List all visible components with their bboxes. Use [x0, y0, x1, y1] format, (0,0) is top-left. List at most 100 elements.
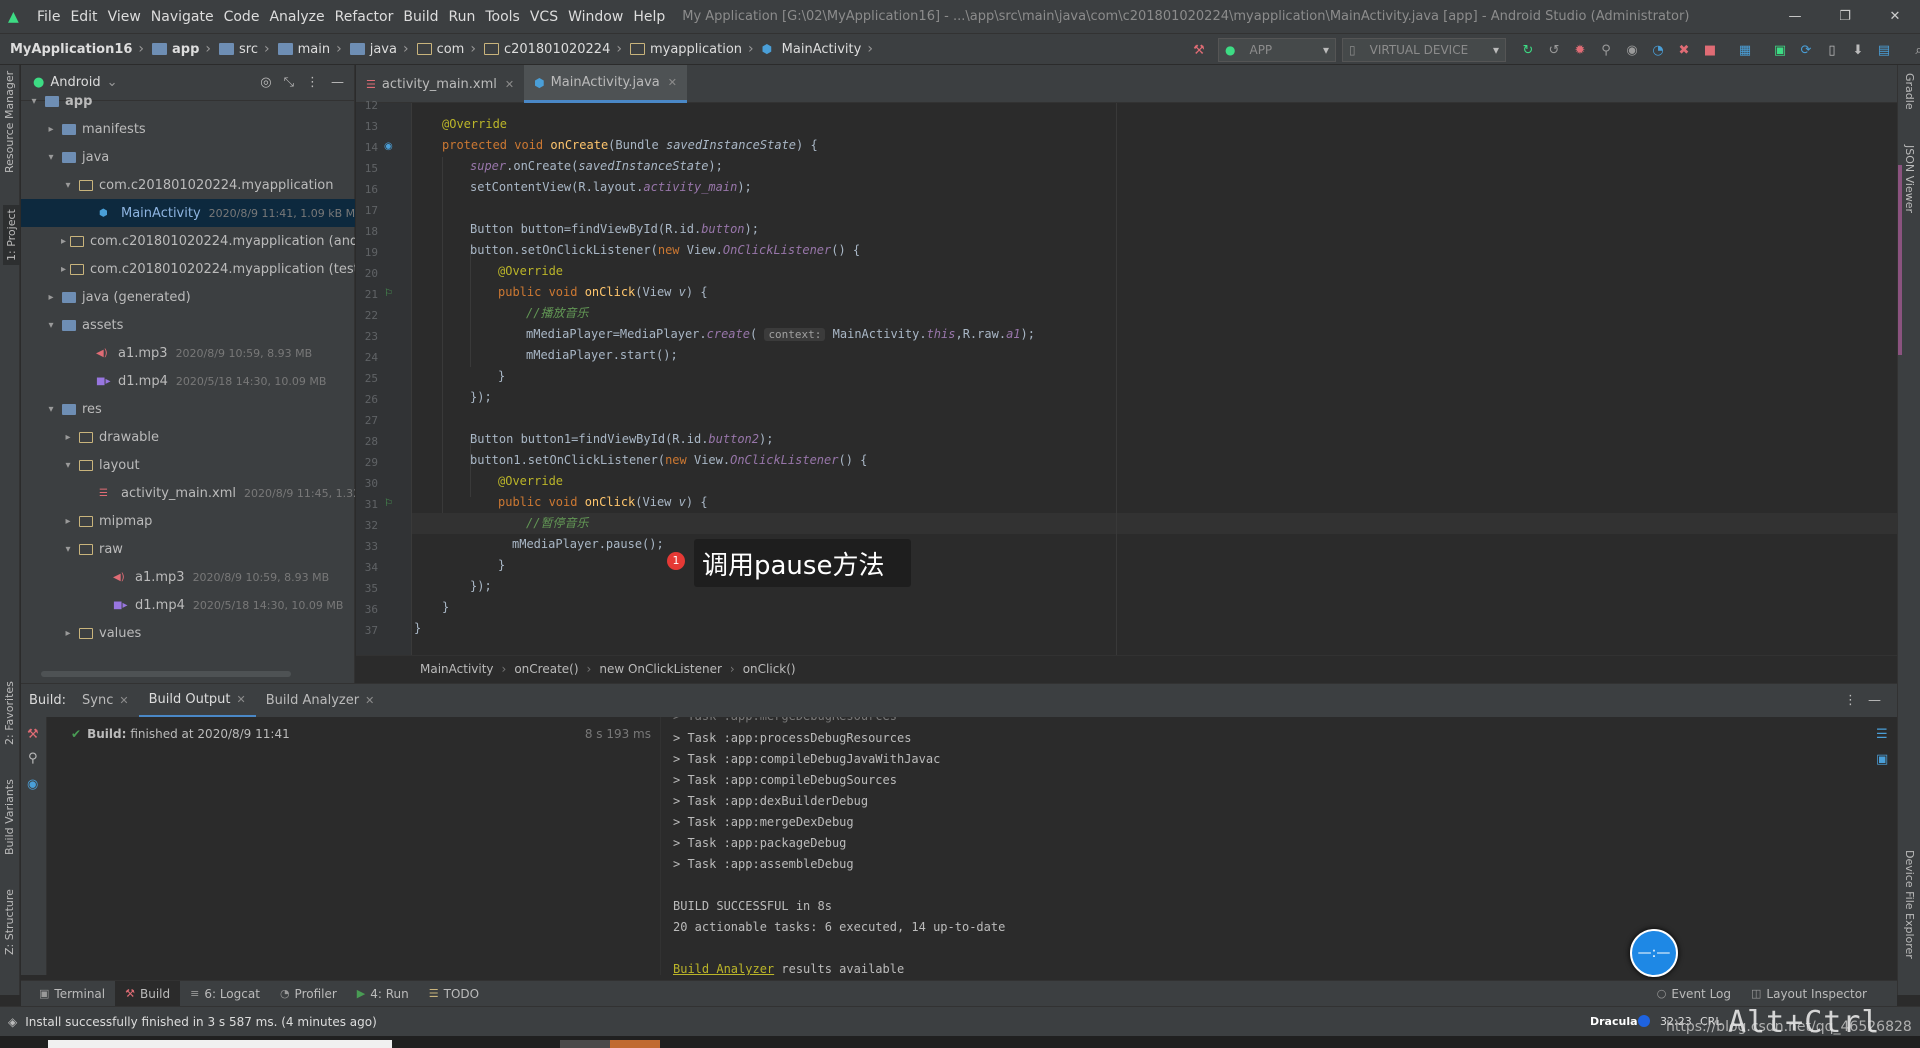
code-line[interactable]: }	[442, 597, 449, 618]
crumb-myapplication[interactable]: myapplication ›	[626, 41, 758, 57]
code-line[interactable]: }	[414, 618, 421, 639]
stop-icon[interactable]: ■	[1702, 43, 1718, 58]
chevron-right-icon[interactable]: ▸	[61, 432, 75, 443]
build-tool-button[interactable]: ⚒ Build	[115, 980, 181, 1007]
layout-inspector-button[interactable]: ◫ Layout Inspector	[1741, 981, 1877, 1007]
code-line[interactable]: mMediaPlayer=MediaPlayer.create( context…	[526, 324, 1035, 345]
menu-analyze[interactable]: Analyze	[264, 9, 329, 25]
theme-indicator[interactable]: Dracula	[1590, 1015, 1638, 1028]
terminal-icon[interactable]: ▣	[1772, 43, 1788, 58]
close-icon[interactable]: ✕	[365, 694, 374, 707]
breadcrumb-class[interactable]: MainActivity	[420, 662, 494, 676]
taskbar-item[interactable]	[610, 1040, 660, 1048]
more-options-icon[interactable]: ⋮	[1844, 693, 1857, 708]
taskbar-item[interactable]	[560, 1040, 610, 1048]
minimize-button[interactable]: —	[1770, 0, 1820, 33]
project-structure-icon[interactable]: ▤	[1876, 43, 1892, 58]
tree-item[interactable]: ▸ mipmap	[21, 507, 355, 535]
code-line[interactable]: //暂停音乐	[526, 513, 588, 534]
chevron-right-icon[interactable]: ▸	[61, 516, 75, 527]
close-icon[interactable]: ✕	[237, 693, 246, 706]
tree-item[interactable]: ▾ res	[21, 395, 355, 423]
crumb-c201801020224[interactable]: c201801020224 ›	[480, 41, 626, 57]
breadcrumb-method[interactable]: onCreate()	[514, 662, 578, 676]
code-line[interactable]: }	[498, 366, 505, 387]
layout-grid-icon[interactable]: ▦	[1737, 43, 1753, 58]
crumb-java[interactable]: java ›	[346, 41, 413, 57]
tree-item[interactable]: ▸ com.c201801020224.myapplication (test)	[21, 255, 355, 283]
menu-view[interactable]: View	[103, 9, 146, 25]
chevron-down-icon[interactable]: ▾	[44, 320, 58, 331]
chevron-down-icon[interactable]: ▾	[27, 96, 41, 107]
code-line[interactable]: setContentView(R.layout.activity_main);	[470, 177, 752, 198]
scroll-to-end-icon[interactable]: ▣	[1876, 752, 1888, 767]
tab-mainactivity-java[interactable]: ⬢ MainActivity.java ✕	[524, 65, 687, 103]
override-marker-icon[interactable]: ◉	[384, 141, 393, 152]
close-button[interactable]: ✕	[1870, 0, 1920, 33]
eye-icon[interactable]: ◉	[27, 777, 38, 792]
favorites-tab[interactable]: 2: Favorites	[3, 681, 16, 745]
menu-vcs[interactable]: VCS	[525, 9, 563, 25]
code-line[interactable]: @Override	[498, 471, 563, 492]
hammer-icon[interactable]: ⚒	[27, 727, 39, 742]
horizontal-scrollbar[interactable]	[41, 671, 291, 677]
run-coverage-icon[interactable]: ◉	[1624, 43, 1640, 58]
tree-item[interactable]: ⬢ MainActivity 2020/8/9 11:41, 1.09 kB Mom…	[21, 199, 355, 227]
tab-build-analyzer[interactable]: Build Analyzer ✕	[256, 684, 385, 718]
chevron-down-icon[interactable]: ▾	[44, 152, 58, 163]
chevron-down-icon[interactable]: ▾	[61, 544, 75, 555]
hide-panel-icon[interactable]: —	[1868, 693, 1881, 708]
chevron-right-icon[interactable]: ▸	[61, 236, 66, 247]
todo-tool-button[interactable]: ☰ TODO	[419, 981, 489, 1007]
terminal-tool-button[interactable]: ▣ Terminal	[29, 981, 115, 1007]
chevron-right-icon[interactable]: ▸	[61, 628, 75, 639]
apply-code-changes-icon[interactable]: ↺	[1546, 43, 1562, 58]
code-editor[interactable]: @Override protected void onCreate(Bundle …	[412, 103, 1897, 655]
build-output-console[interactable]: > Task :app:mergeDebugResources > Task :a…	[662, 717, 1862, 975]
code-line[interactable]: public void onClick(View v) {	[498, 282, 708, 303]
project-tab[interactable]: 1: Project	[3, 205, 20, 265]
tab-sync[interactable]: Sync ✕	[72, 684, 139, 718]
tree-item[interactable]: ▾ app	[21, 87, 355, 115]
taskbar-item[interactable]	[48, 1040, 392, 1048]
crumb-src[interactable]: src ›	[215, 41, 274, 57]
tree-item[interactable]: ■▸ d1.mp4 2020/5/18 14:30, 10.09 MB	[21, 367, 355, 395]
tree-item[interactable]: ▸ java (generated)	[21, 283, 355, 311]
attach-process-icon[interactable]: ✖	[1676, 43, 1692, 58]
build-variants-tab[interactable]: Build Variants	[3, 779, 16, 855]
code-line[interactable]: });	[470, 387, 492, 408]
tree-item[interactable]: ▾ raw	[21, 535, 355, 563]
menu-help[interactable]: Help	[628, 9, 670, 25]
pin-icon[interactable]: ⚲	[28, 751, 38, 766]
avd-manager-icon[interactable]: ▯	[1824, 43, 1840, 58]
code-line[interactable]: Button button=findViewById(R.id.button);	[470, 219, 759, 240]
code-line[interactable]: public void onClick(View v) {	[498, 492, 708, 513]
tree-item[interactable]: ■▸ d1.mp4 2020/5/18 14:30, 10.09 MB	[21, 591, 355, 619]
device-file-explorer-tab[interactable]: Device File Explorer	[1903, 850, 1916, 959]
hammer-icon[interactable]: ⚒	[1191, 43, 1207, 58]
code-line[interactable]: mMediaPlayer.pause();	[512, 534, 664, 555]
build-status-row[interactable]: ✔ Build: finished at 2020/8/9 11:41 8 s …	[71, 727, 651, 741]
crumb-project[interactable]: MyApplication16 ›	[10, 41, 148, 57]
status-message[interactable]: Install successfully finished in 3 s 587…	[25, 1015, 377, 1029]
json-viewer-tab[interactable]: JSON Viewer	[1903, 145, 1916, 213]
attach-debugger-icon[interactable]: ⚲	[1598, 43, 1614, 58]
floating-assistant-button[interactable]: —:—	[1630, 929, 1678, 977]
code-line[interactable]: protected void onCreate(Bundle savedInst…	[442, 135, 818, 156]
code-line[interactable]: //播放音乐	[526, 303, 588, 324]
close-icon[interactable]: ✕	[505, 78, 514, 91]
menu-window[interactable]: Window	[563, 9, 628, 25]
run-config-dropdown[interactable]: ● APP ▾	[1218, 38, 1336, 62]
chevron-down-icon[interactable]: ▾	[61, 460, 75, 471]
tree-item[interactable]: ▸ values	[21, 619, 355, 647]
logcat-tool-button[interactable]: ≡ 6: Logcat	[180, 981, 270, 1007]
soft-wrap-icon[interactable]: ☰	[1876, 727, 1888, 742]
search-icon[interactable]: ⌕	[1911, 43, 1920, 58]
maximize-button[interactable]: ❐	[1820, 0, 1870, 33]
code-line[interactable]: @Override	[498, 261, 563, 282]
debug-icon[interactable]: ✹	[1572, 43, 1588, 58]
breadcrumb-inner-method[interactable]: onClick()	[743, 662, 796, 676]
device-dropdown[interactable]: ▯ VIRTUAL DEVICE ▾	[1342, 38, 1506, 62]
code-line[interactable]: button.setOnClickListener(new View.OnCli…	[470, 240, 860, 261]
tree-item[interactable]: ▾ assets	[21, 311, 355, 339]
